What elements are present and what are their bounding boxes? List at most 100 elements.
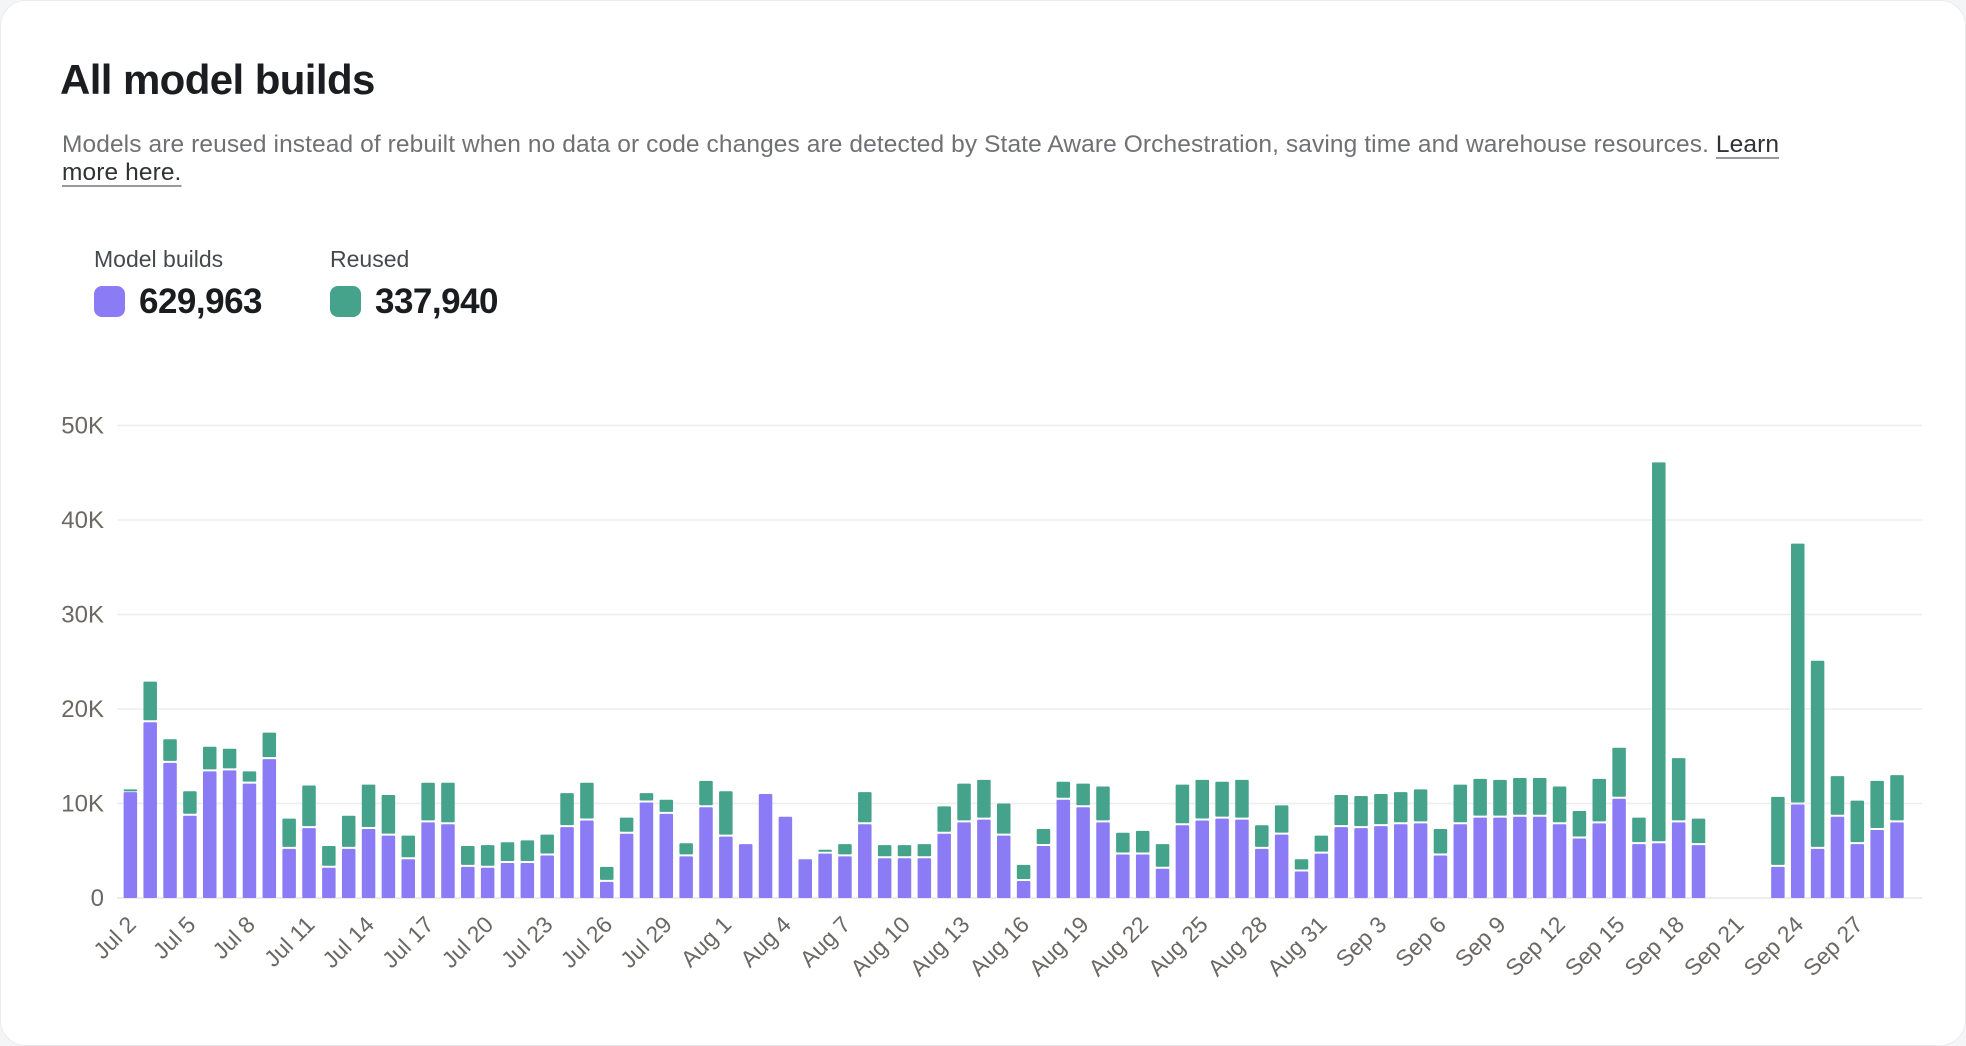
reused-segment[interactable] [1791,544,1805,803]
model-builds-segment[interactable] [1811,849,1825,898]
bar-sep-1[interactable] [1334,795,1348,898]
model-builds-segment[interactable] [719,837,733,898]
reused-segment[interactable] [1096,786,1110,820]
bar-sep-25[interactable] [1811,661,1825,898]
reused-segment[interactable] [1652,462,1666,841]
bar-jul-12[interactable] [322,846,336,898]
reused-segment[interactable] [1235,780,1249,818]
bar-aug-16[interactable] [1017,865,1031,898]
bar-sep-10[interactable] [1513,778,1527,898]
model-builds-segment[interactable] [1295,872,1309,898]
model-builds-segment[interactable] [1632,844,1646,898]
bar-sep-19[interactable] [1692,819,1706,898]
model-builds-segment[interactable] [1116,855,1130,898]
reused-segment[interactable] [898,845,912,856]
reused-segment[interactable] [1136,831,1150,853]
reused-segment[interactable] [937,806,951,831]
model-builds-segment[interactable] [1692,845,1706,898]
reused-segment[interactable] [342,816,356,847]
reused-segment[interactable] [997,804,1011,834]
bar-sep-11[interactable] [1533,778,1547,898]
bar-aug-24[interactable] [1176,785,1190,898]
model-builds-segment[interactable] [1076,807,1090,898]
model-builds-segment[interactable] [382,836,396,898]
reused-segment[interactable] [600,867,614,880]
model-builds-segment[interactable] [1196,821,1210,898]
bar-aug-14[interactable] [977,780,991,898]
reused-segment[interactable] [660,800,674,812]
reused-segment[interactable] [1076,784,1090,806]
model-builds-segment[interactable] [1037,846,1051,898]
model-builds-segment[interactable] [1771,867,1785,898]
reused-segment[interactable] [699,781,713,805]
model-builds-segment[interactable] [1315,854,1329,898]
bar-aug-19[interactable] [1076,784,1090,898]
bar-aug-3[interactable] [759,794,773,898]
bar-sep-26[interactable] [1831,776,1845,898]
model-builds-segment[interactable] [759,794,773,898]
bar-jul-27[interactable] [620,818,634,898]
reused-segment[interactable] [878,845,892,856]
model-builds-segment[interactable] [1454,824,1468,898]
bar-jul-16[interactable] [402,836,416,898]
bar-aug-8[interactable] [858,792,872,898]
bar-aug-23[interactable] [1156,844,1170,898]
bar-jul-31[interactable] [699,781,713,898]
bar-sep-5[interactable] [1414,789,1428,898]
reused-segment[interactable] [540,835,554,854]
bar-aug-9[interactable] [878,845,892,898]
model-builds-segment[interactable] [1394,824,1408,898]
reused-segment[interactable] [1295,859,1309,869]
model-builds-segment[interactable] [1593,823,1607,898]
bar-sep-29[interactable] [1890,775,1904,898]
model-builds-segment[interactable] [402,859,416,898]
bar-aug-17[interactable] [1037,829,1051,898]
model-builds-segment[interactable] [957,822,971,898]
model-builds-segment[interactable] [1096,822,1110,898]
reused-segment[interactable] [1315,836,1329,852]
reused-segment[interactable] [1612,748,1626,797]
model-builds-segment[interactable] [838,856,852,898]
model-builds-segment[interactable] [540,855,554,898]
bar-jul-7[interactable] [223,749,237,898]
model-builds-segment[interactable] [1831,817,1845,898]
bar-sep-6[interactable] [1434,829,1448,898]
reused-segment[interactable] [1037,829,1051,844]
reused-segment[interactable] [223,749,237,769]
bar-jul-13[interactable] [342,816,356,898]
bar-jul-20[interactable] [481,845,495,898]
reused-segment[interactable] [183,791,197,814]
reused-segment[interactable] [640,793,654,800]
reused-segment[interactable] [1057,782,1071,798]
bar-sep-14[interactable] [1593,779,1607,898]
reused-segment[interactable] [302,786,316,827]
bar-aug-22[interactable] [1136,831,1150,898]
reused-segment[interactable] [441,783,455,823]
bar-aug-29[interactable] [1275,805,1289,898]
bar-aug-10[interactable] [898,845,912,898]
reused-segment[interactable] [918,844,932,856]
reused-segment[interactable] [719,791,733,834]
bar-jul-5[interactable] [183,791,197,898]
bar-jul-11[interactable] [302,786,316,898]
reused-segment[interactable] [263,733,277,757]
bar-jul-3[interactable] [143,682,157,898]
model-builds-segment[interactable] [997,836,1011,898]
model-builds-segment[interactable] [521,863,535,898]
bar-jul-19[interactable] [461,846,475,898]
model-builds-segment[interactable] [799,859,813,898]
bar-sep-27[interactable] [1851,801,1865,898]
reused-segment[interactable] [620,818,634,832]
bar-jul-2[interactable] [124,789,138,898]
reused-segment[interactable] [1215,782,1229,817]
bar-aug-4[interactable] [779,817,793,898]
bar-jul-26[interactable] [600,867,614,898]
reused-segment[interactable] [501,842,515,861]
model-builds-segment[interactable] [1434,855,1448,898]
reused-segment[interactable] [1632,818,1646,842]
model-builds-segment[interactable] [699,807,713,898]
bar-sep-17[interactable] [1652,462,1666,898]
bar-aug-1[interactable] [719,791,733,898]
model-builds-segment[interactable] [302,828,316,898]
model-builds-segment[interactable] [937,834,951,898]
